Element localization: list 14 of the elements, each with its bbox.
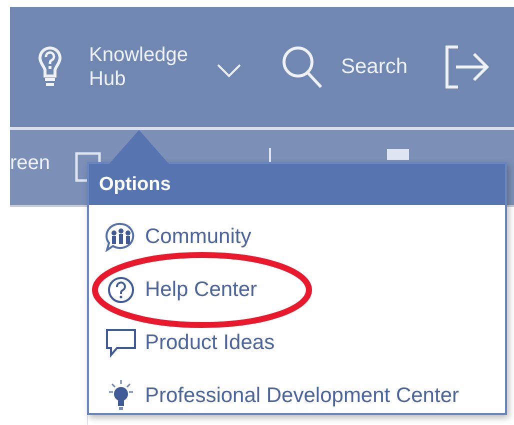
menu-item[interactable]: Product Ideas	[105, 316, 505, 369]
sign-out-icon[interactable]	[444, 45, 490, 89]
dropdown-pointer	[109, 130, 169, 164]
chevron-down-icon	[217, 64, 241, 78]
knowledge-hub-menu[interactable]: Knowledge Hub	[89, 43, 241, 91]
people-icon	[105, 222, 137, 252]
menu-item[interactable]: Help Center	[105, 263, 505, 316]
search-icon	[281, 45, 323, 89]
menu-item[interactable]: Professional Development Center	[105, 369, 505, 422]
question-circle-icon	[105, 276, 137, 304]
lightbulb-question-icon	[37, 45, 63, 89]
menu-item[interactable]: Community	[105, 210, 505, 263]
speech-bubble-icon	[105, 328, 137, 358]
search-button[interactable]: Search	[281, 45, 408, 89]
